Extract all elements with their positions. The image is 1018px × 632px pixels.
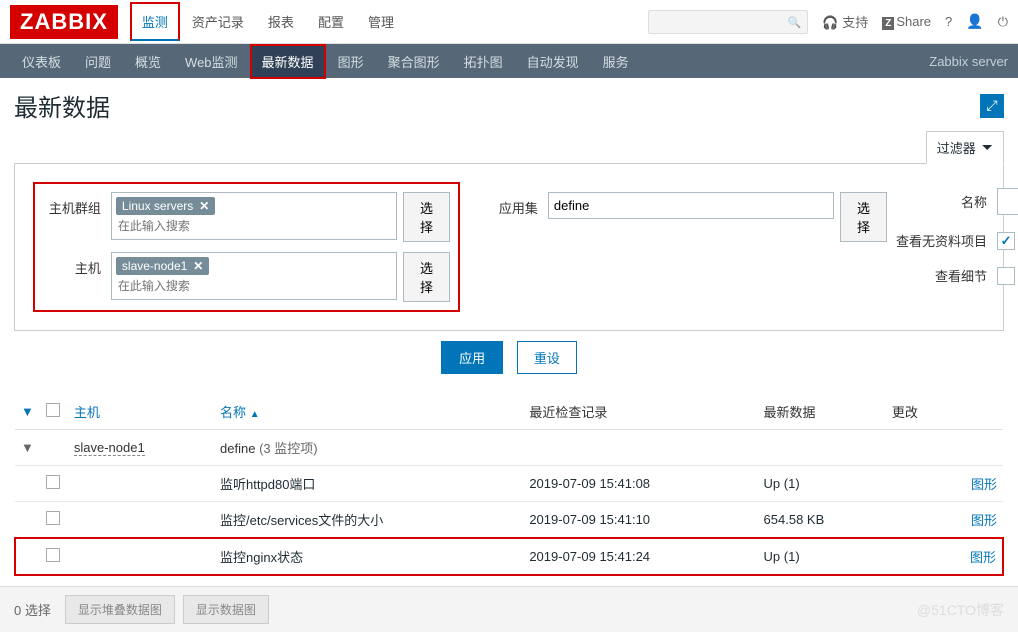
showempty-label: 查看无资料项目: [887, 231, 997, 250]
col-latestdata[interactable]: 最新数据: [758, 394, 886, 430]
server-label[interactable]: Zabbix server: [929, 54, 1008, 69]
page-title: 最新数据: [14, 88, 110, 123]
appset-input[interactable]: [548, 192, 834, 219]
group-row: ▼ slave-node1 define (3 监控项): [15, 430, 1003, 466]
headphone-icon: [822, 15, 838, 30]
host-select-button[interactable]: 选择: [403, 252, 450, 302]
appset-select-button[interactable]: 选择: [840, 192, 887, 242]
topnav-inventory[interactable]: 资产记录: [180, 2, 256, 41]
filter-tab[interactable]: 过滤器 ⏷: [926, 131, 1004, 164]
global-search[interactable]: [648, 10, 808, 34]
apply-button[interactable]: 应用: [441, 341, 503, 374]
col-name[interactable]: 名称 ▲: [214, 394, 523, 430]
item-time: 2019-07-09 15:41:08: [523, 466, 757, 502]
table-row-highlighted: 监控nginx状态 2019-07-09 15:41:24 Up (1) 图形: [15, 538, 1003, 575]
selected-count: 0 选择: [14, 600, 51, 619]
item-name[interactable]: 监控nginx状态: [214, 538, 523, 575]
graph-link[interactable]: 图形: [953, 466, 1003, 502]
share-link[interactable]: ZShare: [882, 14, 931, 29]
host-link[interactable]: slave-node1: [74, 440, 145, 456]
stacked-graph-button[interactable]: 显示堆叠数据图: [65, 595, 175, 624]
filter-tab-label: 过滤器: [937, 138, 976, 157]
hostgroup-label: 主机群组: [43, 192, 111, 217]
tag-remove-icon[interactable]: ✕: [199, 199, 209, 213]
row-checkbox[interactable]: [46, 548, 60, 562]
showdetails-label: 查看细节: [887, 266, 997, 285]
subnav-services[interactable]: 服务: [591, 44, 641, 79]
reset-button[interactable]: 重设: [517, 341, 577, 374]
help-link[interactable]: ?: [945, 14, 952, 29]
item-time: 2019-07-09 15:41:10: [523, 502, 757, 539]
col-host[interactable]: 主机: [68, 394, 214, 430]
top-nav: 监测 资产记录 报表 配置 管理: [130, 2, 406, 41]
expand-toggle[interactable]: ▼: [15, 430, 40, 466]
logo: ZABBIX: [10, 5, 118, 39]
subnav-overview[interactable]: 概览: [123, 44, 173, 79]
subnav-dashboard[interactable]: 仪表板: [10, 44, 73, 79]
sub-nav: 仪表板 问题 概览 Web监测 最新数据 图形 聚合图形 拓扑图 自动发现 服务: [10, 44, 641, 79]
table-row: 监控/etc/services文件的大小 2019-07-09 15:41:10…: [15, 502, 1003, 539]
topnav-reports[interactable]: 报表: [256, 2, 306, 41]
subnav-graphs[interactable]: 图形: [326, 44, 376, 79]
hostgroup-select-button[interactable]: 选择: [403, 192, 450, 242]
item-value: Up (1): [758, 466, 886, 502]
subnav-maps[interactable]: 拓扑图: [452, 44, 515, 79]
subnav-screens[interactable]: 聚合图形: [376, 44, 452, 79]
hostgroup-multiselect[interactable]: Linux servers✕: [111, 192, 397, 240]
topnav-config[interactable]: 配置: [306, 2, 356, 41]
hostgroup-tag: Linux servers✕: [116, 197, 215, 215]
filter-left-highlight: 主机群组 Linux servers✕ 选择 主机 slave-node1✕ 选…: [33, 182, 460, 312]
subnav-problems[interactable]: 问题: [73, 44, 123, 79]
appset-label: 应用集: [480, 192, 548, 217]
topnav-admin[interactable]: 管理: [356, 2, 406, 41]
subnav-web[interactable]: Web监测: [173, 44, 250, 79]
showdetails-checkbox[interactable]: [997, 267, 1015, 285]
host-tag: slave-node1✕: [116, 257, 209, 275]
table-row: 监听httpd80端口 2019-07-09 15:41:08 Up (1) 图…: [15, 466, 1003, 502]
graph-link[interactable]: 图形: [953, 538, 1003, 575]
item-time: 2019-07-09 15:41:24: [523, 538, 757, 575]
fullscreen-button[interactable]: ⤢: [980, 94, 1004, 118]
name-input[interactable]: [997, 188, 1018, 215]
showempty-checkbox[interactable]: [997, 232, 1015, 250]
funnel-icon: ⏷: [982, 139, 993, 156]
share-badge-icon: Z: [882, 17, 894, 30]
item-value: Up (1): [758, 538, 886, 575]
host-multiselect[interactable]: slave-node1✕: [111, 252, 397, 300]
data-table: ▼ 主机 名称 ▲ 最近检查记录 最新数据 更改 ▼ slave-node1 d…: [14, 394, 1004, 576]
col-change[interactable]: 更改: [886, 394, 953, 430]
subnav-latestdata[interactable]: 最新数据: [250, 44, 326, 79]
topnav-monitoring[interactable]: 监测: [130, 2, 180, 41]
graph-link[interactable]: 图形: [953, 502, 1003, 539]
search-icon: [788, 14, 802, 29]
sort-asc-icon: ▲: [250, 409, 260, 420]
host-input[interactable]: [116, 277, 392, 295]
app-count: (3 监控项): [259, 441, 318, 456]
expand-all[interactable]: ▼: [15, 394, 40, 430]
tag-remove-icon[interactable]: ✕: [193, 259, 203, 273]
hostgroup-input[interactable]: [116, 217, 392, 235]
user-icon[interactable]: [966, 13, 983, 30]
logout-icon[interactable]: [998, 14, 1008, 30]
item-name[interactable]: 监听httpd80端口: [214, 466, 523, 502]
watermark: @51CTO博客: [917, 600, 1004, 620]
item-name[interactable]: 监控/etc/services文件的大小: [214, 502, 523, 539]
col-lastcheck[interactable]: 最近检查记录: [523, 394, 757, 430]
app-name: define: [220, 441, 255, 456]
row-checkbox[interactable]: [46, 511, 60, 525]
subnav-discovery[interactable]: 自动发现: [515, 44, 591, 79]
host-label: 主机: [43, 252, 111, 277]
data-graph-button[interactable]: 显示数据图: [183, 595, 269, 624]
item-value: 654.58 KB: [758, 502, 886, 539]
select-all-checkbox[interactable]: [46, 403, 60, 417]
row-checkbox[interactable]: [46, 475, 60, 489]
support-link[interactable]: 支持: [822, 12, 868, 31]
name-label: 名称: [887, 192, 997, 211]
